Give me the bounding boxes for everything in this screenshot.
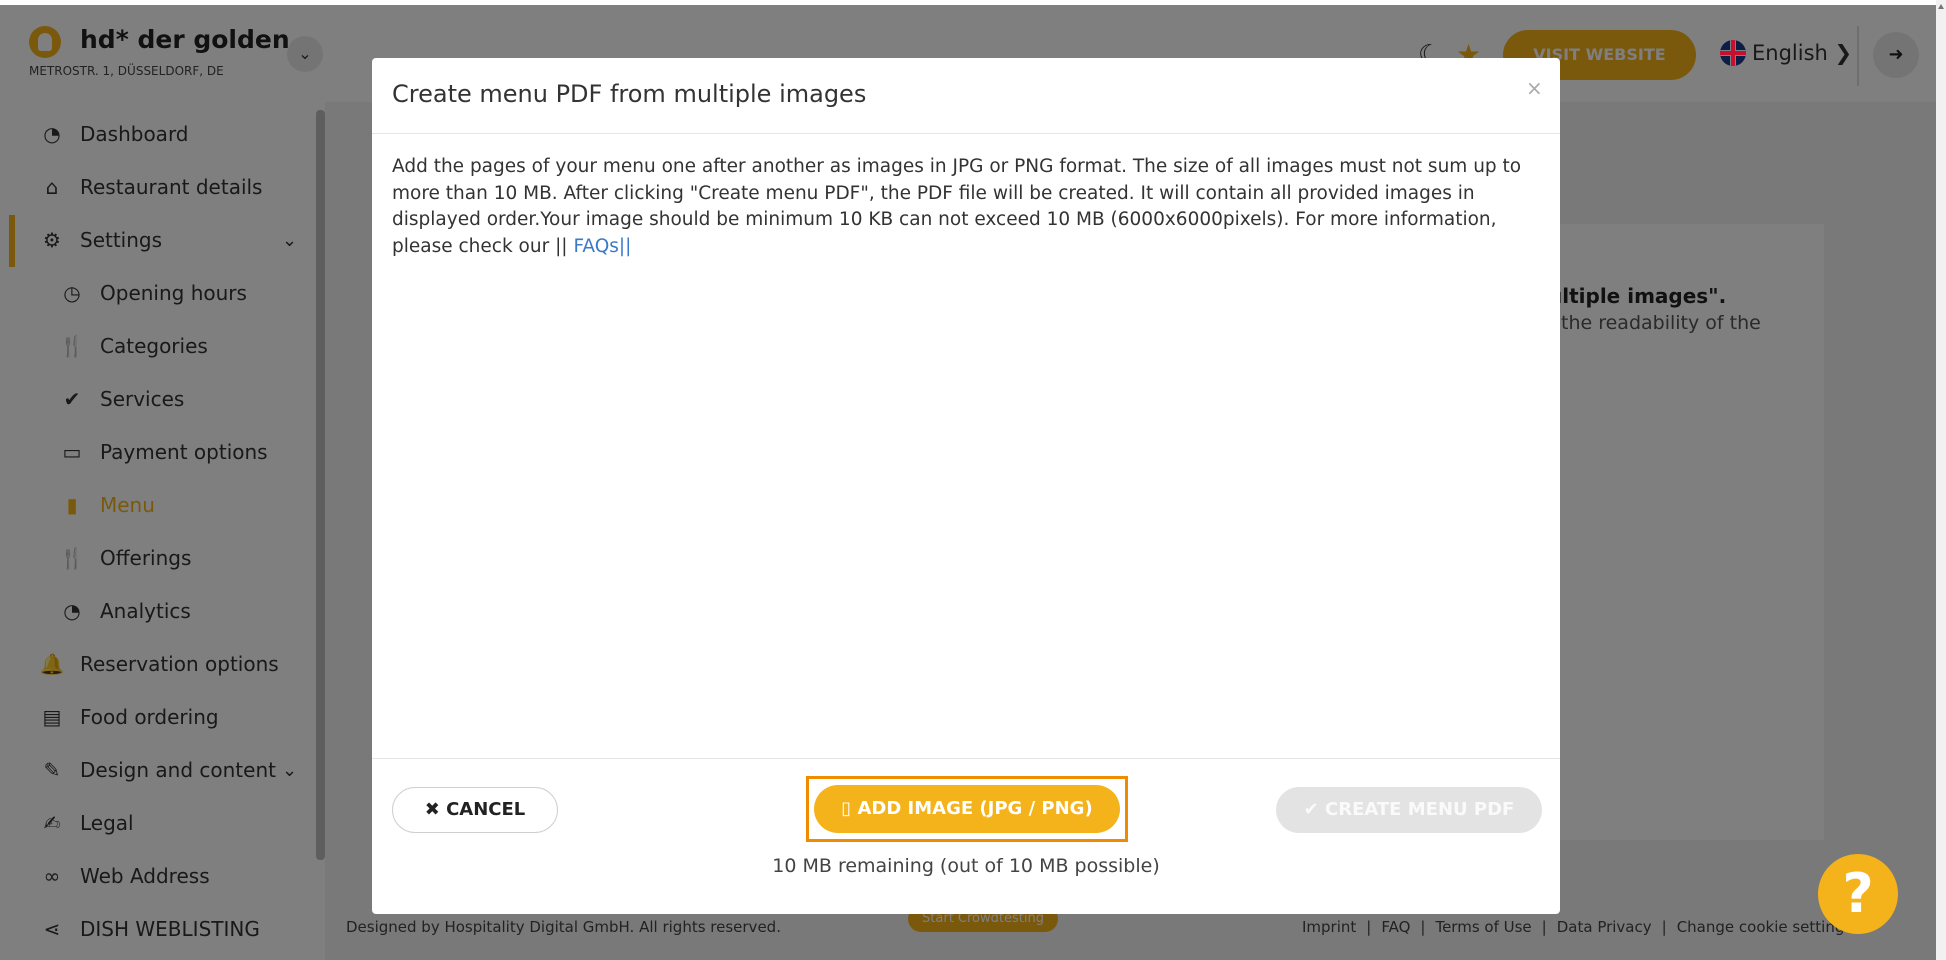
dialog-title: Create menu PDF from multiple images	[392, 80, 867, 108]
dialog-instructions: Add the pages of your menu one after ano…	[392, 154, 1532, 260]
remaining-space-text: 10 MB remaining (out of 10 MB possible)	[772, 855, 1160, 877]
divider	[372, 758, 1560, 759]
instructions-text: Add the pages of your menu one after ano…	[392, 156, 1522, 257]
divider	[372, 133, 1560, 134]
add-image-button[interactable]: ▯ ADD IMAGE (JPG / PNG)	[814, 785, 1120, 833]
cancel-button[interactable]: ✖ CANCEL	[392, 787, 558, 833]
close-icon[interactable]: ×	[1526, 76, 1543, 100]
browser-top-edge	[0, 0, 1946, 5]
create-menu-pdf-button[interactable]: ✔ CREATE MENU PDF	[1276, 787, 1542, 833]
file-icon: ▯	[841, 798, 858, 819]
add-image-label: ADD IMAGE (JPG / PNG)	[857, 798, 1093, 819]
create-menu-pdf-dialog: Create menu PDF from multiple images × A…	[372, 58, 1560, 914]
instructions-end: ||	[618, 235, 632, 257]
help-question-icon[interactable]: ?	[1818, 854, 1898, 934]
page-scrollbar[interactable]	[1936, 0, 1946, 960]
faq-link[interactable]: FAQs	[573, 236, 618, 257]
